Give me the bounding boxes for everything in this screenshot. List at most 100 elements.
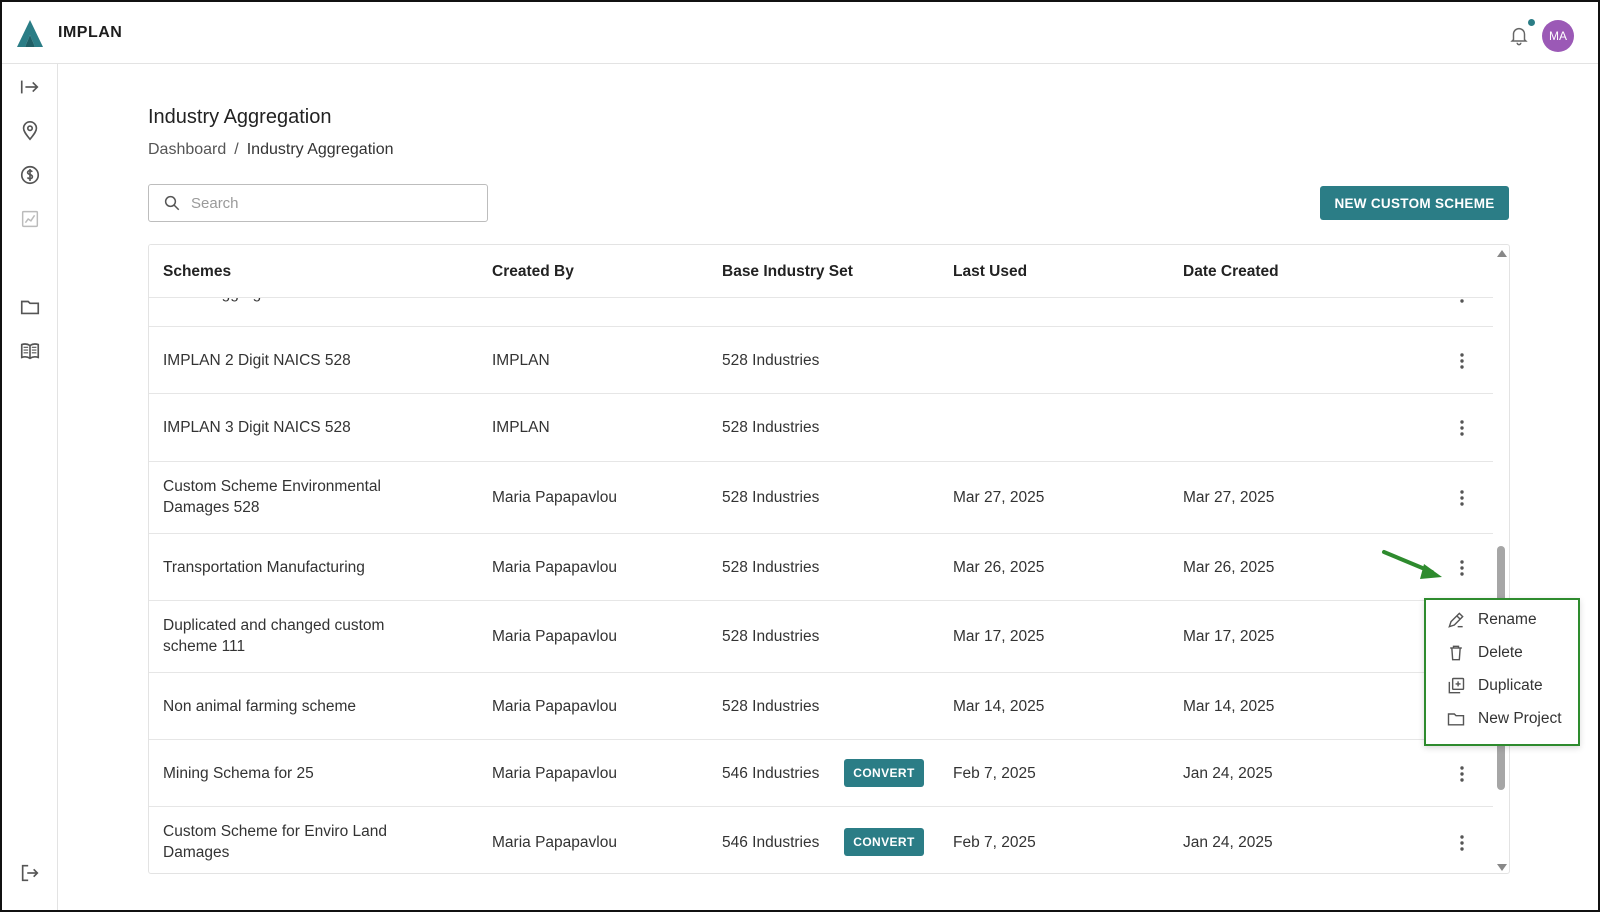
base-industry-set: 528 Industries bbox=[722, 489, 820, 506]
date-created: Mar 14, 2025 bbox=[1183, 698, 1275, 715]
base-industry-set: 546 Industries bbox=[722, 834, 820, 851]
menu-item-label: Delete bbox=[1478, 644, 1523, 661]
more-options-icon[interactable] bbox=[1454, 418, 1470, 438]
more-options-icon[interactable] bbox=[1454, 764, 1470, 784]
column-header-created-by[interactable]: Created By bbox=[492, 263, 574, 281]
menu-item-label: Rename bbox=[1478, 611, 1537, 628]
notification-bell-icon[interactable] bbox=[1508, 24, 1530, 46]
more-options-icon[interactable] bbox=[1454, 351, 1470, 371]
table-header: Schemes Created By Base Industry Set Las… bbox=[149, 245, 1493, 298]
created-by: Maria Papapavlou bbox=[492, 698, 617, 715]
convert-button[interactable]: CONVERT bbox=[844, 759, 924, 787]
more-options-icon[interactable] bbox=[1454, 488, 1470, 508]
scheme-name[interactable]: Mining Schema for 25 bbox=[163, 763, 314, 784]
expand-arrow-icon[interactable] bbox=[19, 76, 41, 98]
book-icon[interactable] bbox=[19, 340, 41, 362]
breadcrumb-separator: / bbox=[234, 141, 239, 158]
implan-logo-icon[interactable] bbox=[14, 18, 46, 50]
schemes-table: 528 Unaggregated IMPLAN 528 Industries I… bbox=[148, 244, 1510, 874]
notification-dot bbox=[1528, 19, 1535, 26]
table-row[interactable]: Mining Schema for 25 Maria Papapavlou 54… bbox=[149, 740, 1493, 807]
created-by: Maria Papapavlou bbox=[492, 834, 617, 851]
more-options-icon[interactable] bbox=[1454, 558, 1470, 578]
logout-icon[interactable] bbox=[19, 862, 41, 884]
column-header-schemes[interactable]: Schemes bbox=[163, 263, 231, 281]
created-by: Maria Papapavlou bbox=[492, 489, 617, 506]
scheme-name[interactable]: Transportation Manufacturing bbox=[163, 557, 365, 578]
date-created: Mar 27, 2025 bbox=[1183, 489, 1275, 506]
sidebar bbox=[2, 64, 58, 910]
created-by: Maria Papapavlou bbox=[492, 628, 617, 645]
table-row[interactable]: Custom Scheme for Enviro Land Damages Ma… bbox=[149, 807, 1493, 873]
row-context-menu: Rename Delete Duplicate New Project bbox=[1424, 598, 1580, 746]
folder-icon bbox=[1447, 713, 1465, 726]
date-created: Jan 24, 2025 bbox=[1183, 765, 1273, 782]
folder-icon[interactable] bbox=[19, 296, 41, 318]
created-by: Maria Papapavlou bbox=[492, 559, 617, 576]
scheme-name[interactable]: Non animal farming scheme bbox=[163, 696, 356, 717]
date-created: Jan 24, 2025 bbox=[1183, 834, 1273, 851]
last-used: Feb 7, 2025 bbox=[953, 834, 1036, 851]
last-used: Mar 27, 2025 bbox=[953, 489, 1045, 506]
base-industry-set: 546 Industries bbox=[722, 765, 820, 782]
base-industry-set: 528 Industries bbox=[722, 419, 820, 436]
scheme-name[interactable]: Custom Scheme for Enviro Land Damages bbox=[163, 821, 443, 863]
page-title: Industry Aggregation bbox=[148, 106, 332, 128]
scheme-name[interactable]: Duplicated and changed custom scheme 111 bbox=[163, 615, 443, 657]
breadcrumb-dashboard[interactable]: Dashboard bbox=[148, 141, 226, 159]
dollar-icon[interactable] bbox=[19, 164, 41, 186]
column-header-date-created[interactable]: Date Created bbox=[1183, 263, 1279, 281]
base-industry-set: 528 Industries bbox=[722, 352, 820, 369]
app-frame: IMPLAN MA Industry Aggregation Dashboard… bbox=[0, 0, 1600, 912]
date-created: Mar 26, 2025 bbox=[1183, 559, 1275, 576]
last-used: Feb 7, 2025 bbox=[953, 765, 1036, 782]
base-industry-set: 528 Industries bbox=[722, 628, 820, 645]
table-row[interactable]: Duplicated and changed custom scheme 111… bbox=[149, 601, 1493, 673]
breadcrumb-current: Industry Aggregation bbox=[246, 141, 394, 158]
search-icon bbox=[164, 195, 180, 211]
scheme-name[interactable]: IMPLAN 2 Digit NAICS 528 bbox=[163, 350, 351, 371]
avatar[interactable]: MA bbox=[1542, 20, 1574, 52]
convert-button[interactable]: CONVERT bbox=[844, 828, 924, 856]
menu-item-delete[interactable]: Delete bbox=[1446, 643, 1523, 663]
breadcrumb: Dashboard / Industry Aggregation bbox=[148, 141, 394, 159]
table-row[interactable]: IMPLAN 2 Digit NAICS 528 IMPLAN 528 Indu… bbox=[149, 327, 1493, 394]
search-input[interactable] bbox=[191, 194, 471, 212]
rename-pen-icon bbox=[1448, 612, 1464, 628]
search-box[interactable] bbox=[148, 184, 488, 222]
table-row[interactable]: Non animal farming scheme Maria Papapavl… bbox=[149, 673, 1493, 740]
last-used: Mar 14, 2025 bbox=[953, 698, 1045, 715]
column-header-last-used[interactable]: Last Used bbox=[953, 263, 1027, 281]
duplicate-icon bbox=[1448, 677, 1465, 694]
created-by: IMPLAN bbox=[492, 419, 550, 436]
date-created: Mar 17, 2025 bbox=[1183, 628, 1275, 645]
location-pin-icon[interactable] bbox=[19, 120, 41, 142]
table-row[interactable]: Transportation Manufacturing Maria Papap… bbox=[149, 534, 1493, 601]
top-bar: IMPLAN MA bbox=[2, 2, 1598, 64]
menu-item-new-project[interactable]: New Project bbox=[1446, 709, 1562, 729]
chart-icon[interactable] bbox=[19, 208, 41, 230]
menu-item-label: New Project bbox=[1478, 710, 1562, 727]
trash-icon bbox=[1450, 645, 1462, 661]
scroll-up-arrow-icon[interactable] bbox=[1497, 250, 1507, 257]
column-header-base-industry-set[interactable]: Base Industry Set bbox=[722, 263, 853, 281]
menu-item-duplicate[interactable]: Duplicate bbox=[1446, 676, 1543, 696]
base-industry-set: 528 Industries bbox=[722, 559, 820, 576]
scroll-down-arrow-icon[interactable] bbox=[1497, 864, 1507, 871]
last-used: Mar 26, 2025 bbox=[953, 559, 1045, 576]
menu-item-label: Duplicate bbox=[1478, 677, 1543, 694]
menu-item-rename[interactable]: Rename bbox=[1446, 610, 1537, 630]
created-by: Maria Papapavlou bbox=[492, 765, 617, 782]
annotation-arrow-icon bbox=[1382, 550, 1442, 579]
created-by: IMPLAN bbox=[492, 352, 550, 369]
base-industry-set: 528 Industries bbox=[722, 698, 820, 715]
new-custom-scheme-button[interactable]: NEW CUSTOM SCHEME bbox=[1320, 186, 1509, 220]
brand-name[interactable]: IMPLAN bbox=[58, 24, 122, 42]
more-options-icon[interactable] bbox=[1454, 833, 1470, 853]
table-scrollbar[interactable] bbox=[1492, 244, 1510, 874]
scheme-name[interactable]: IMPLAN 3 Digit NAICS 528 bbox=[163, 417, 351, 438]
scheme-name[interactable]: Custom Scheme Environmental Damages 528 bbox=[163, 476, 443, 518]
last-used: Mar 17, 2025 bbox=[953, 628, 1045, 645]
table-row[interactable]: IMPLAN 3 Digit NAICS 528 IMPLAN 528 Indu… bbox=[149, 394, 1493, 462]
table-row[interactable]: Custom Scheme Environmental Damages 528 … bbox=[149, 462, 1493, 534]
